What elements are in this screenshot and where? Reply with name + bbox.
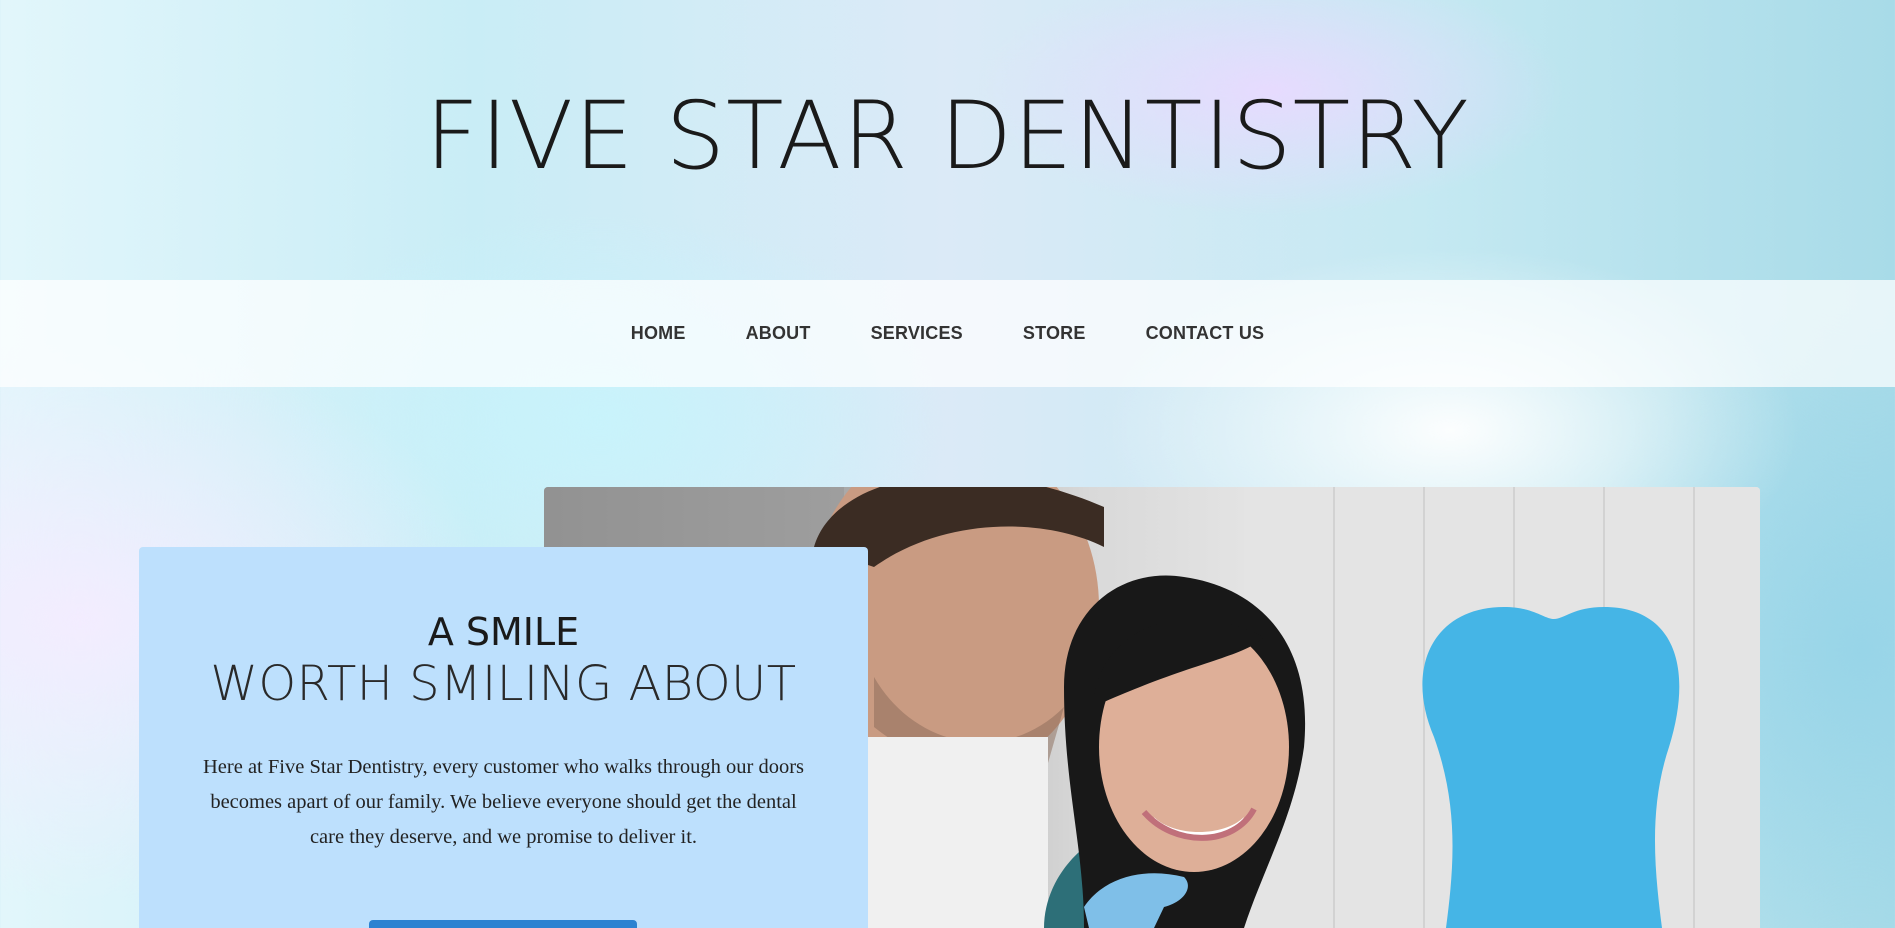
nav-item-about[interactable]: ABOUT <box>716 323 841 344</box>
hero-description: Here at Five Star Dentistry, every custo… <box>203 756 805 848</box>
nav-item-store[interactable]: STORE <box>993 323 1116 344</box>
nav-item-contact-us[interactable]: CONTACT US <box>1116 323 1295 344</box>
site-title[interactable]: FIVE STAR DENTISTRY <box>0 82 1895 192</box>
nav-item-home[interactable]: HOME <box>601 323 716 344</box>
nav-item-services[interactable]: SERVICES <box>841 323 993 344</box>
hero-cta-button[interactable] <box>369 920 637 928</box>
main-nav: HOME ABOUT SERVICES STORE CONTACT US <box>0 280 1895 387</box>
hero-card: A SMILE WORTH SMILING ABOUT Here at Five… <box>139 547 868 928</box>
site-header: FIVE STAR DENTISTRY <box>0 0 1895 280</box>
hero-heading-line1: A SMILE <box>427 610 580 654</box>
hero-heading-line2: WORTH SMILING ABOUT <box>210 656 797 712</box>
